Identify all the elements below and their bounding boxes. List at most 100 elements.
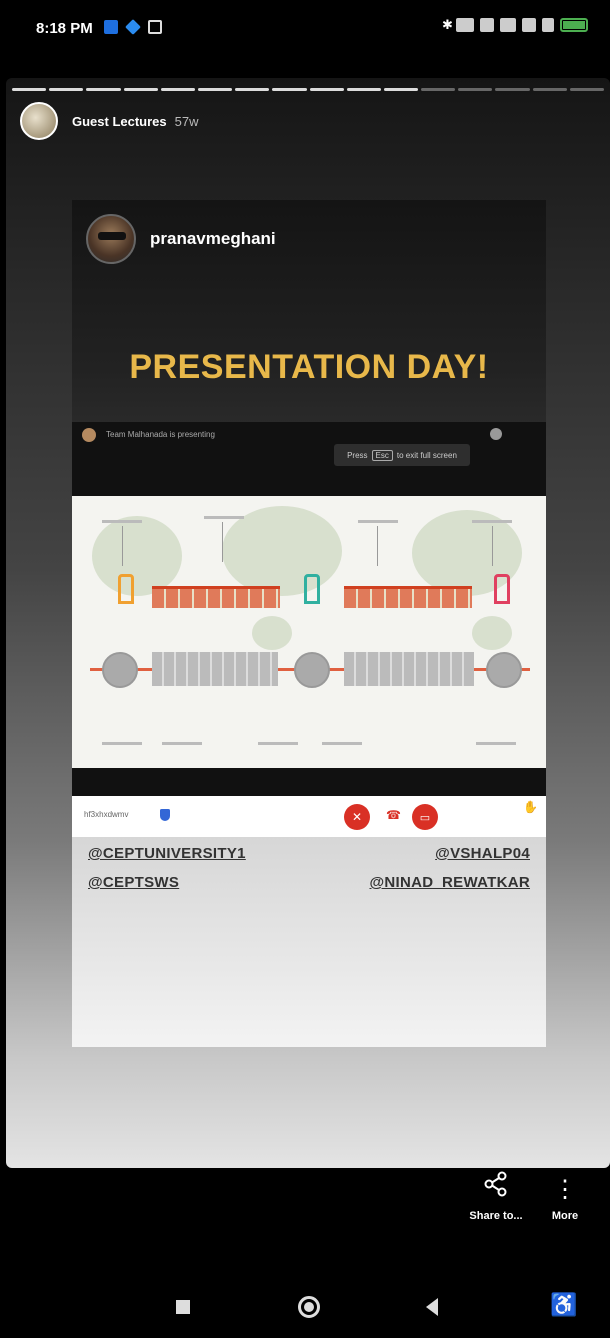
progress-segment [160, 88, 195, 91]
plan-block [152, 652, 278, 686]
esc-hint-suffix: to exit full screen [396, 450, 457, 460]
plan-circle [102, 652, 138, 688]
label-leader [222, 522, 223, 562]
shelter-sketch [152, 586, 280, 608]
camera-off-icon: ▭ [412, 804, 438, 830]
post-author-name[interactable]: pranavmeghani [150, 229, 276, 249]
booth-sketch [118, 574, 134, 604]
app-notification-icon [148, 20, 162, 34]
share-icon [466, 1170, 526, 1210]
signal-icon [542, 18, 554, 32]
label-leader [122, 526, 123, 566]
progress-segment [272, 88, 307, 91]
shared-drawing [72, 496, 546, 768]
tree-sketch [92, 516, 182, 596]
progress-segment [235, 88, 270, 91]
post-author-avatar [86, 214, 136, 264]
progress-segment [346, 88, 381, 91]
progress-segment [383, 88, 419, 91]
label-leader [377, 526, 378, 566]
plan-circle [294, 652, 330, 688]
progress-segment [569, 88, 604, 91]
booth-sketch [494, 574, 510, 604]
status-bar: 8:18 PM ✱ [0, 0, 610, 60]
mention-row: @CEPTUNIVERSITY1 @VSHALP04 [88, 845, 530, 862]
accessibility-icon[interactable]: ♿ [550, 1292, 577, 1318]
drawing-label [102, 520, 142, 523]
mentions: @CEPTUNIVERSITY1 @VSHALP04 @CEPTSWS @NIN… [88, 845, 530, 903]
sim-icon [522, 18, 536, 32]
story-header[interactable]: Guest Lectures 57w [20, 102, 199, 140]
system-status-icons: ✱ [442, 18, 588, 32]
progress-segment [532, 88, 567, 91]
story-age: 57w [174, 113, 199, 129]
drawing-label [322, 742, 362, 745]
video-call-screenshot: Team Malhanada is presenting Press Esc t… [72, 422, 546, 837]
booth-sketch [304, 574, 320, 604]
esc-hint-prefix: Press [347, 450, 368, 460]
participant-avatar [490, 428, 502, 440]
raise-hand-icon: ✋ [523, 800, 538, 814]
tree-sketch [472, 616, 512, 650]
progress-segment [495, 88, 530, 91]
reshared-post[interactable]: pranavmeghani PRESENTATION DAY! Team Mal… [72, 200, 546, 1047]
shield-icon [160, 809, 170, 821]
notification-icons [104, 19, 162, 35]
plan-circle [486, 652, 522, 688]
story-progress-bar [12, 88, 604, 91]
sim-icon [480, 18, 494, 32]
progress-segment [12, 88, 47, 91]
presenter-avatar [82, 428, 96, 442]
account-name[interactable]: Guest Lectures [72, 114, 167, 129]
share-button[interactable]: Share to... [466, 1170, 526, 1222]
drawing-label [472, 520, 512, 523]
drawing-label [102, 742, 142, 745]
end-call-icon: ☎ [386, 808, 401, 822]
tree-sketch [252, 616, 292, 650]
presenter-bar: Team Malhanada is presenting Press Esc t… [72, 422, 546, 494]
app-notification-icon [104, 20, 118, 34]
post-author[interactable]: pranavmeghani [86, 214, 276, 264]
mention-link[interactable]: @CEPTSWS [88, 874, 179, 891]
tree-sketch [222, 506, 342, 596]
navigation-bar: ♿ [0, 1270, 610, 1338]
mention-link[interactable]: @VSHALP04 [435, 845, 530, 862]
plan-block [344, 652, 474, 686]
progress-segment [421, 88, 456, 91]
more-button[interactable]: ⋮ More [540, 1170, 590, 1222]
presenter-text: Team Malhanada is presenting [106, 430, 215, 439]
app-notification-icon [125, 19, 141, 35]
mention-link[interactable]: @NINAD_REWATKAR [369, 874, 530, 891]
share-label: Share to... [469, 1210, 523, 1222]
progress-segment [197, 88, 233, 91]
meeting-code: hf3xhxdwmv [84, 810, 129, 819]
drawing-label [162, 742, 202, 745]
drawing-label [204, 516, 244, 519]
call-controls: hf3xhxdwmv ✕ ☎ ▭ ✋ [72, 796, 546, 837]
bluetooth-icon: ✱ [442, 17, 453, 32]
mention-link[interactable]: @CEPTUNIVERSITY1 [88, 845, 246, 862]
home-icon[interactable] [298, 1296, 320, 1318]
back-icon[interactable] [426, 1298, 438, 1316]
signal-icon [500, 18, 516, 32]
drawing-label [258, 742, 298, 745]
battery-icon [560, 18, 588, 32]
drawing-label [358, 520, 398, 523]
story-action-bar: Share to... ⋮ More [0, 1170, 610, 1260]
shelter-sketch [344, 586, 472, 608]
esc-key: Esc [371, 449, 393, 461]
fullscreen-hint: Press Esc to exit full screen [334, 444, 470, 466]
story-viewer[interactable]: Guest Lectures 57w pranavmeghani PRESENT… [6, 78, 610, 1168]
progress-segment [458, 88, 493, 91]
progress-segment [49, 88, 84, 91]
status-time: 8:18 PM [36, 20, 93, 37]
more-vertical-icon: ⋮ [553, 1176, 577, 1203]
post-headline: PRESENTATION DAY! [129, 348, 489, 386]
progress-segment [309, 88, 344, 91]
mention-row: @CEPTSWS @NINAD_REWATKAR [88, 874, 530, 891]
recents-icon[interactable] [176, 1300, 190, 1314]
progress-segment [123, 88, 158, 91]
volte-icon [456, 18, 474, 32]
label-leader [492, 526, 493, 566]
account-avatar[interactable] [20, 102, 58, 140]
